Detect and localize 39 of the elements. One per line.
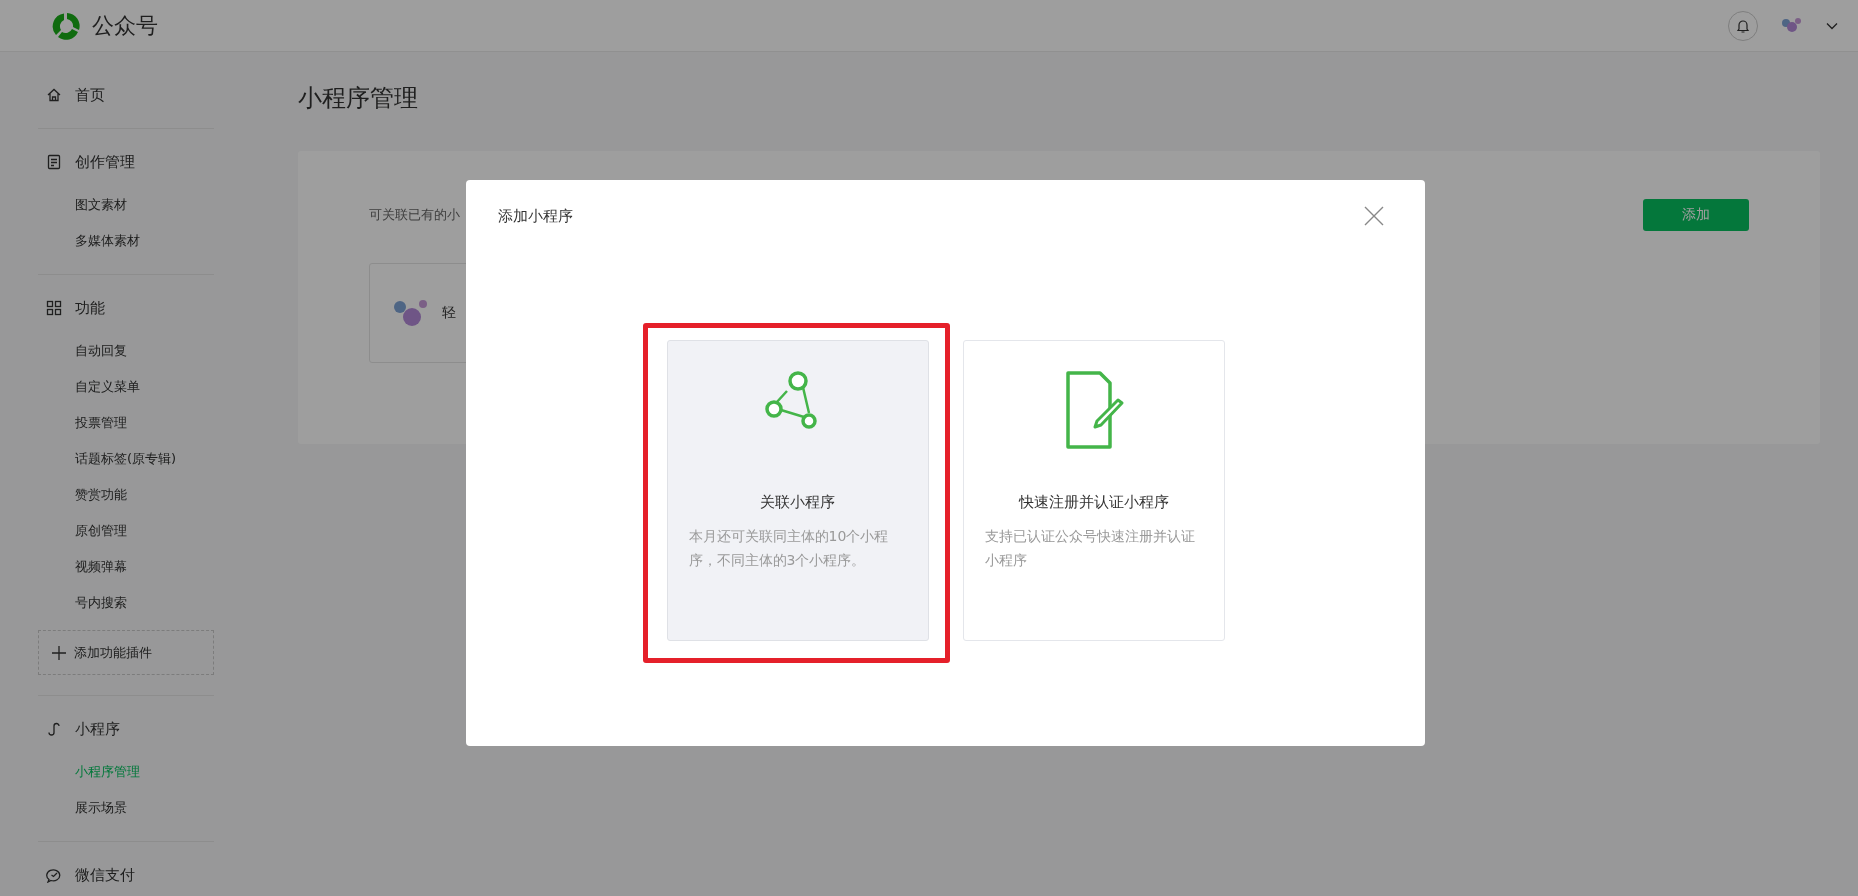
option-title: 关联小程序 bbox=[760, 493, 835, 512]
menu-item[interactable]: 微信支付 bbox=[75, 865, 135, 885]
submenu-item[interactable]: 号内搜索 bbox=[38, 585, 214, 621]
chevron-down-icon[interactable] bbox=[1826, 21, 1838, 30]
option-description: 本月还可关联同主体的10个小程序，不同主体的3个小程序。 bbox=[688, 527, 890, 570]
option-card[interactable]: 快速注册并认证小程序 支持已认证公众号快速注册并认证小程序 bbox=[962, 340, 1225, 641]
link-icon bbox=[46, 721, 62, 737]
grid-icon bbox=[46, 300, 62, 316]
bell-icon bbox=[1735, 17, 1751, 34]
option-title: 快速注册并认证小程序 bbox=[1018, 493, 1169, 512]
document-icon bbox=[46, 154, 62, 170]
plus-icon bbox=[52, 645, 66, 660]
close-button[interactable] bbox=[1364, 206, 1384, 226]
home-icon bbox=[46, 87, 62, 103]
mini-program-logo-icon bbox=[392, 298, 428, 328]
dialog-title: 添加小程序 bbox=[498, 206, 573, 226]
submenu-item[interactable]: 自定义菜单 bbox=[38, 369, 214, 405]
menu-item[interactable]: 创作管理 bbox=[75, 152, 135, 172]
submenu-item[interactable]: 多媒体素材 bbox=[38, 223, 214, 259]
brand-title: 公众号 bbox=[92, 11, 158, 40]
mini-program-name: 轻 bbox=[442, 304, 456, 322]
submenu-item[interactable]: 自动回复 bbox=[38, 333, 214, 369]
logo-icon bbox=[52, 10, 82, 41]
description-text: 可关联已有的小 bbox=[369, 206, 460, 224]
submenu-item[interactable]: 图文素材 bbox=[38, 187, 214, 223]
submenu-item[interactable]: 赞赏功能 bbox=[38, 477, 214, 513]
submenu-item[interactable]: 投票管理 bbox=[38, 405, 214, 441]
submenu-item[interactable]: 视频弹幕 bbox=[38, 549, 214, 585]
submenu-item[interactable]: 话题标签(原专辑) bbox=[38, 441, 214, 477]
option-card[interactable]: 关联小程序 本月还可关联同主体的10个小程序，不同主体的3个小程序。 bbox=[666, 340, 929, 641]
submenu-item[interactable]: 展示场景 bbox=[38, 790, 214, 826]
submenu-item[interactable]: 原创管理 bbox=[38, 513, 214, 549]
page-title: 小程序管理 bbox=[298, 83, 419, 114]
menu-item[interactable]: 功能 bbox=[75, 298, 105, 318]
add-plugin-button[interactable]: 添加功能插件 bbox=[38, 630, 214, 675]
chat-check-icon bbox=[46, 867, 62, 883]
menu-item[interactable]: 首页 bbox=[75, 85, 105, 105]
option-description: 支持已认证公众号快速注册并认证小程序 bbox=[984, 527, 1196, 570]
menu-item[interactable]: 小程序 bbox=[75, 719, 120, 739]
